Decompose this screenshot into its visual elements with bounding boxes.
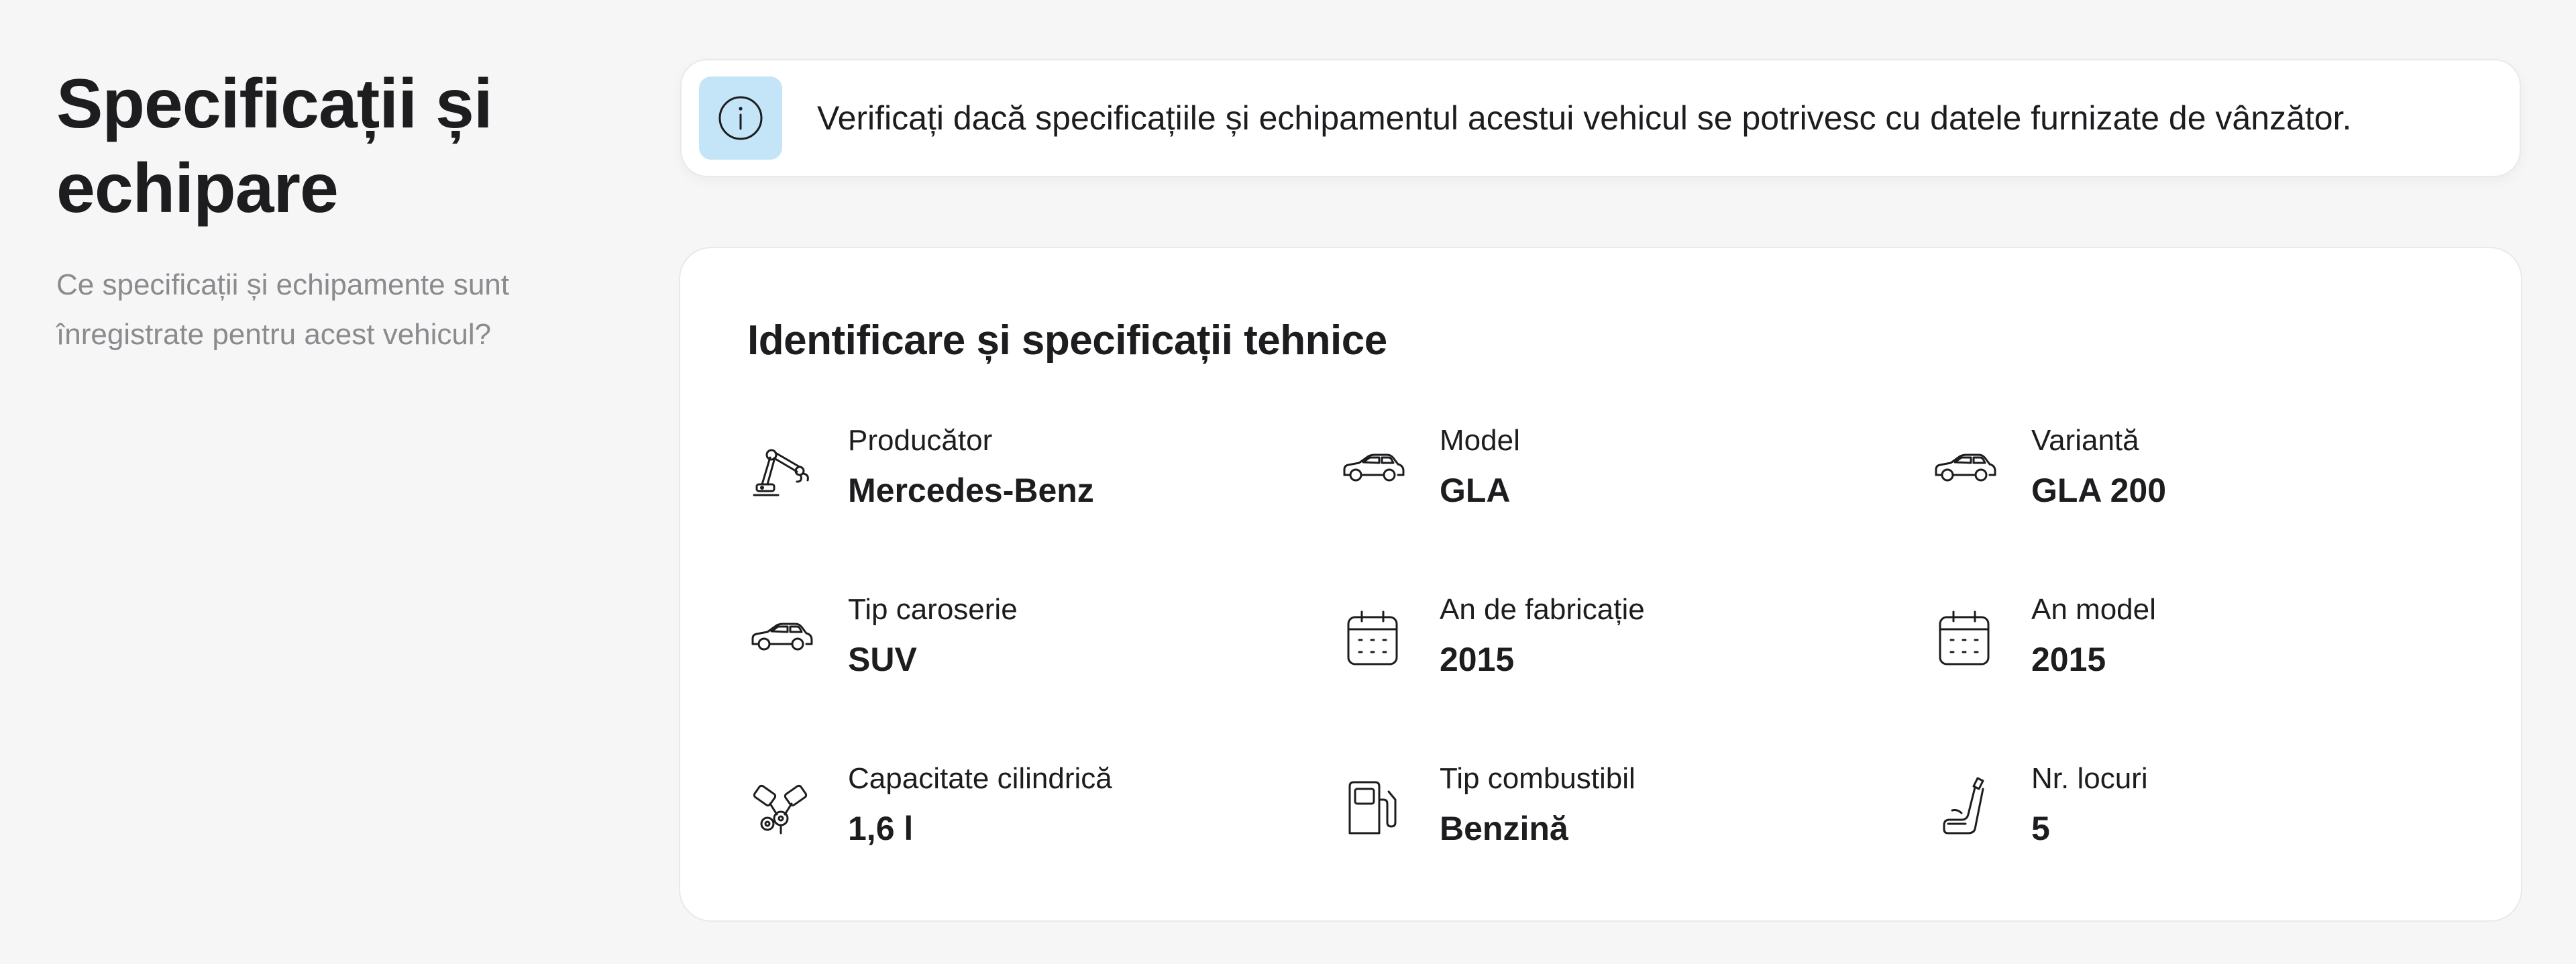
spec-model-year: An model 2015	[1931, 593, 2481, 700]
fuel-pump-icon	[1339, 773, 1406, 840]
spec-label: An model	[2031, 593, 2156, 626]
info-banner-text: Verificați dacă specificațiile și echipa…	[817, 99, 2352, 137]
spec-variant: Variantă GLA 200	[1931, 424, 2481, 531]
seat-icon	[1931, 773, 1998, 840]
spec-seats: Nr. locuri 5	[1931, 762, 2481, 869]
robot-arm-icon	[747, 435, 814, 502]
spec-label: Variantă	[2031, 424, 2139, 457]
spec-engine-capacity: Capacitate cilindrică 1,6 l	[747, 762, 1297, 869]
spec-label: An de fabricație	[1440, 593, 1645, 626]
spec-value: 2015	[1440, 641, 1515, 678]
car-icon	[1931, 435, 1998, 502]
car-icon	[747, 604, 814, 671]
spec-label: Model	[1440, 424, 1520, 457]
specifications-card: Identificare și specificații tehnice Pro…	[679, 247, 2522, 922]
calendar-icon	[1339, 604, 1406, 671]
spec-fuel-type: Tip combustibil Benzină	[1339, 762, 1889, 869]
spec-label: Tip caroserie	[848, 593, 1018, 626]
spec-value: 1,6 l	[848, 810, 914, 847]
section-header: Specificații și echipare Ce specificații…	[56, 62, 606, 360]
spec-value: GLA 200	[2031, 472, 2167, 509]
page-title: Specificații și echipare	[56, 65, 493, 227]
spec-value: SUV	[848, 641, 917, 678]
spec-label: Tip combustibil	[1440, 762, 1635, 795]
spec-label: Producător	[848, 424, 993, 457]
spec-body-type: Tip caroserie SUV	[747, 593, 1297, 700]
spec-model: Model GLA	[1339, 424, 1889, 531]
calendar-icon	[1931, 604, 1998, 671]
card-title: Identificare și specificații tehnice	[747, 317, 1387, 364]
spec-value: Mercedes-Benz	[848, 472, 1094, 509]
spec-label: Nr. locuri	[2031, 762, 2148, 795]
spec-label: Capacitate cilindrică	[848, 762, 1112, 795]
spec-value: 2015	[2031, 641, 2106, 678]
spec-manufacturer: Producător Mercedes-Benz	[747, 424, 1297, 531]
spec-value: Benzină	[1440, 810, 1568, 847]
page-subtitle: Ce specificații și echipamente sunt înre…	[56, 268, 509, 351]
info-banner: Verificați dacă specificațiile și echipa…	[680, 59, 2521, 177]
engine-icon	[747, 773, 814, 840]
car-icon	[1339, 435, 1406, 502]
spec-value: GLA	[1440, 472, 1511, 509]
spec-manufacture-year: An de fabricație 2015	[1339, 593, 1889, 700]
info-icon	[699, 76, 782, 160]
spec-value: 5	[2031, 810, 2050, 847]
